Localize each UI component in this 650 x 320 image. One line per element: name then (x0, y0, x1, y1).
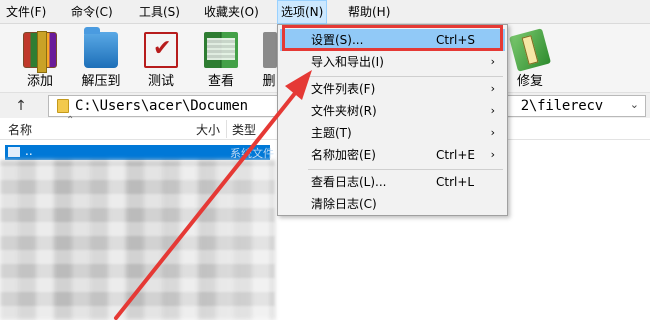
menu-item-name-encryption[interactable]: 名称加密(E) Ctrl+E › (280, 144, 505, 166)
menu-item-folder-tree-label: 文件夹树(R) (311, 104, 377, 118)
column-divider[interactable] (226, 120, 227, 138)
menu-item-file-list[interactable]: 文件列表(F) › (280, 78, 505, 100)
chevron-right-icon: › (490, 126, 495, 139)
test-button[interactable]: 测试 (131, 28, 191, 90)
test-button-label: 测试 (147, 74, 174, 89)
extract-to-button-label: 解压到 (81, 74, 121, 89)
folder-icon (57, 99, 69, 113)
menu-item-view-log-shortcut: Ctrl+L (436, 175, 475, 189)
menu-item-import-export[interactable]: 导入和导出(I) › (280, 51, 505, 73)
menu-item-file-list-label: 文件列表(F) (311, 82, 376, 96)
menu-options[interactable]: 选项(N) (277, 0, 328, 24)
folder-up-icon (8, 147, 20, 157)
menu-item-view-log[interactable]: 查看日志(L)... Ctrl+L (280, 171, 505, 193)
blurred-file-rows-overlay (0, 160, 275, 320)
menu-item-name-encryption-label: 名称加密(E) (311, 148, 376, 162)
path-text-right: 2\filerecv (520, 98, 603, 114)
sort-up-icon: ⌃ (66, 115, 75, 126)
menu-tools[interactable]: 工具(S) (136, 0, 183, 24)
add-button[interactable]: 添加 (10, 28, 70, 90)
row-name: .. (25, 144, 33, 158)
repair-button-label: 修复 (516, 74, 543, 89)
column-type[interactable]: 类型 (232, 121, 256, 138)
up-arrow-icon[interactable]: ↑ (12, 97, 30, 115)
menu-separator (308, 169, 503, 170)
menu-help[interactable]: 帮助(H) (345, 0, 393, 24)
menu-favorites[interactable]: 收藏夹(O) (201, 0, 262, 24)
menu-separator (308, 76, 503, 77)
chevron-right-icon: › (490, 82, 495, 95)
view-book-icon (204, 32, 238, 68)
chevron-right-icon: › (490, 55, 495, 68)
extract-to-button[interactable]: 解压到 (71, 27, 131, 90)
menu-item-folder-tree[interactable]: 文件夹树(R) › (280, 100, 505, 122)
archive-add-icon (23, 31, 57, 73)
menu-file[interactable]: 文件(F) (3, 0, 49, 24)
menu-item-theme[interactable]: 主题(T) › (280, 122, 505, 144)
column-size[interactable]: 大小 (196, 121, 220, 138)
menu-bar: 文件(F) 命令(C) 工具(S) 收藏夹(O) 选项(N) 帮助(H) (0, 0, 650, 24)
test-check-icon (144, 32, 178, 68)
menu-commands[interactable]: 命令(C) (68, 0, 116, 24)
path-text-left: C:\Users\acer\Documen (75, 98, 248, 114)
chevron-right-icon: › (490, 104, 495, 117)
repair-button[interactable]: 修复 (500, 28, 560, 90)
add-button-label: 添加 (26, 74, 53, 89)
table-row-parent[interactable]: .. 系统文件 (5, 144, 274, 160)
delete-icon (263, 32, 277, 68)
chevron-down-icon[interactable]: ⌄ (630, 98, 639, 111)
menu-item-name-encryption-shortcut: Ctrl+E (436, 148, 475, 162)
repair-icon (508, 28, 552, 72)
options-dropdown-menu: 设置(S)... Ctrl+S 导入和导出(I) › 文件列表(F) › 文件夹… (277, 24, 508, 216)
menu-item-import-export-label: 导入和导出(I) (311, 55, 384, 69)
menu-item-clear-log[interactable]: 清除日志(C) (280, 193, 505, 215)
menu-item-view-log-label: 查看日志(L)... (311, 175, 387, 189)
extract-folder-icon (84, 27, 118, 68)
menu-item-theme-label: 主题(T) (311, 126, 352, 140)
chevron-right-icon: › (490, 148, 495, 161)
menu-item-clear-log-label: 清除日志(C) (311, 197, 377, 211)
row-type: 系统文件 (230, 147, 274, 160)
column-name[interactable]: 名称 (8, 121, 32, 138)
highlight-box (282, 25, 503, 51)
